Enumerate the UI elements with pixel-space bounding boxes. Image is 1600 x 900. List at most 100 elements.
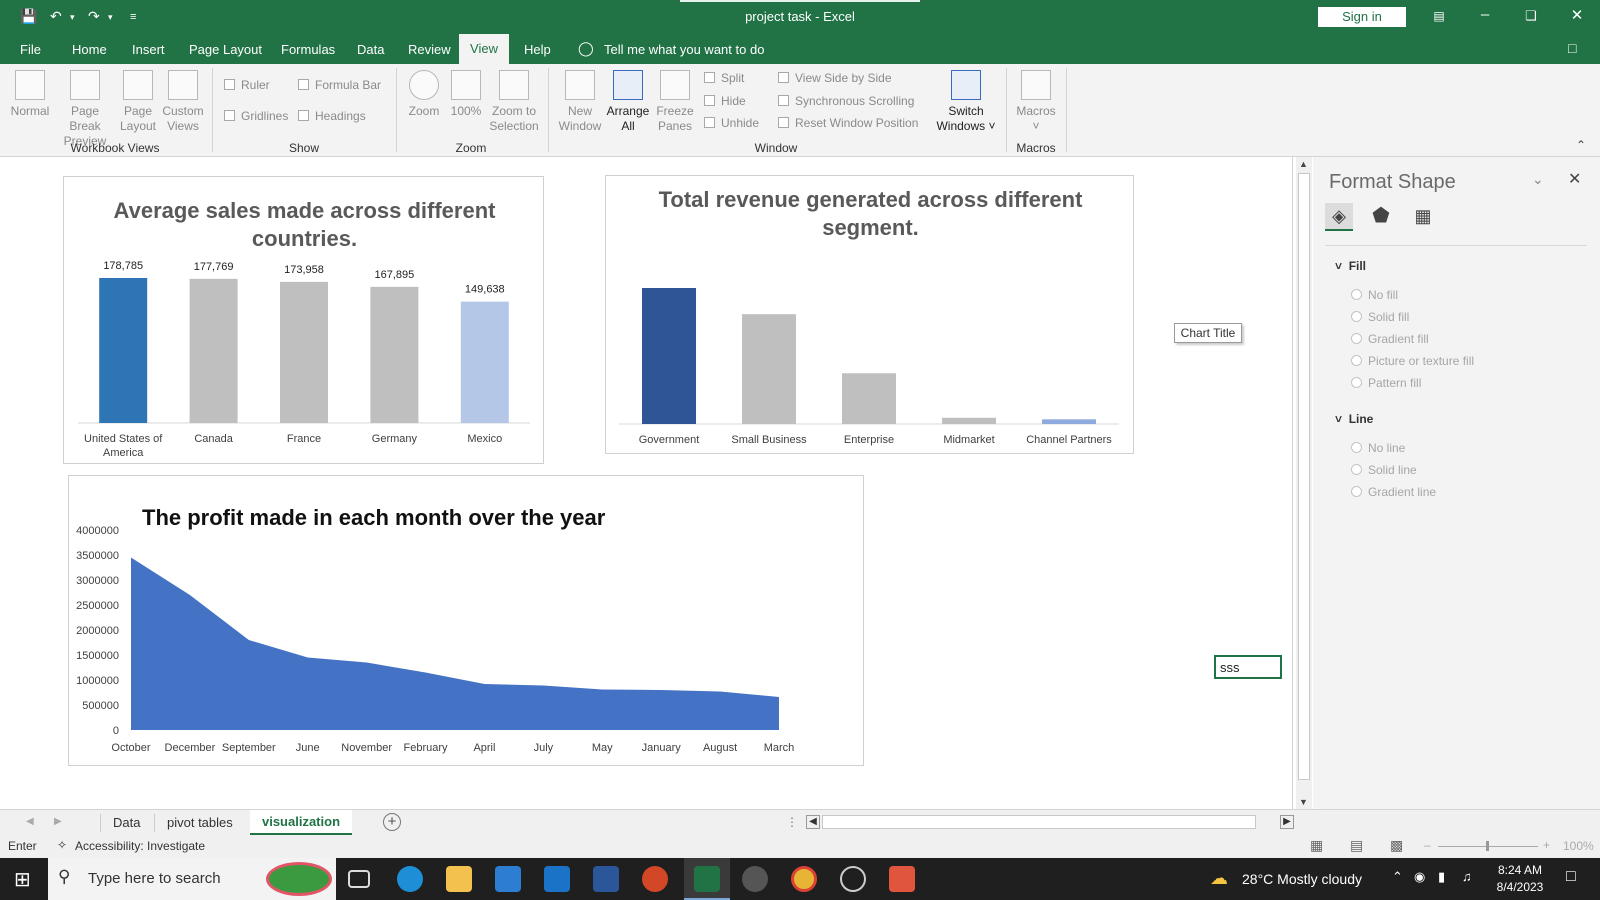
hscroll-right-icon[interactable]: ▶ [1280,815,1294,829]
weather-status[interactable]: 28°C Mostly cloudy [1242,871,1362,887]
effects-icon[interactable]: ⬟ [1367,203,1395,231]
size-properties-icon[interactable]: ▦ [1409,203,1437,231]
ruler-checkbox[interactable]: Ruler [224,78,270,92]
fill-section-header[interactable]: ˅ Fill [1335,259,1366,273]
zoom-to-selection-button[interactable]: Zoom to Selection [488,70,540,134]
battery-icon[interactable]: ▮ [1438,869,1445,885]
accessibility-status[interactable]: Accessibility: Investigate [75,839,205,853]
volume-icon[interactable]: ♫ [1462,869,1472,884]
task-view-icon[interactable] [348,870,370,888]
tab-review[interactable]: Review [408,42,451,57]
gradient-fill-radio[interactable]: Gradient fill [1351,332,1429,346]
media-player-icon[interactable] [840,866,866,892]
freeze-panes-button[interactable]: Freeze Panes [652,70,698,134]
macros-button[interactable]: Macros ˅ [1014,70,1058,134]
notifications-icon[interactable]: □ [1566,868,1576,886]
scroll-thumb[interactable] [1298,173,1310,780]
hide-button[interactable]: Hide [704,94,746,108]
picture-fill-radio[interactable]: Picture or texture fill [1351,354,1474,368]
word-icon[interactable] [593,866,619,892]
gradient-line-radio[interactable]: Gradient line [1351,485,1436,499]
page-break-preview-button[interactable]: Page Break Preview [54,70,116,149]
line-section-header[interactable]: ˅ Line [1335,412,1373,426]
split-button[interactable]: Split [704,71,744,85]
restore-icon[interactable]: ❏ [1516,8,1546,24]
tab-scroll-right-icon[interactable]: ▶ [54,816,62,827]
sheet-tab-visualization[interactable]: visualization [250,810,352,835]
arrange-all-button[interactable]: Arrange All [604,70,652,134]
sheet-tab-data[interactable]: Data [113,815,140,830]
solid-fill-radio[interactable]: Solid fill [1351,310,1409,324]
ribbon-display-icon[interactable]: ▤ [1424,9,1454,23]
windows-start-icon[interactable]: ⊞ [14,867,31,892]
tab-view[interactable]: View [459,34,509,64]
worksheet-canvas[interactable]: Average sales made across different coun… [0,157,1293,809]
sign-in-button[interactable]: Sign in [1318,7,1406,27]
sheet-tab-pivot-tables[interactable]: pivot tables [167,815,233,830]
pane-options-chevron-icon[interactable]: ⌄ [1532,171,1544,188]
excel-icon[interactable] [694,866,720,892]
file-explorer-icon[interactable] [446,866,472,892]
view-side-by-side-button[interactable]: View Side by Side [778,71,892,85]
tab-help[interactable]: Help [524,42,551,57]
zoom-out-icon[interactable]: – [1424,838,1431,852]
scroll-down-icon[interactable]: ▼ [1299,797,1308,807]
snipping-tool-icon[interactable] [889,866,915,892]
zoom-slider-thumb[interactable] [1486,841,1489,851]
new-window-button[interactable]: New Window [556,70,604,134]
synchronous-scrolling-button[interactable]: Synchronous Scrolling [778,94,914,108]
zoom-in-icon[interactable]: + [1543,838,1550,852]
formula-bar-checkbox[interactable]: Formula Bar [298,78,381,92]
normal-view-icon[interactable]: ▦ [1310,837,1323,854]
powerpoint-icon[interactable] [642,866,668,892]
comments-icon[interactable]: □ [1568,40,1576,56]
unhide-button[interactable]: Unhide [704,116,759,130]
active-cell[interactable]: sss [1214,655,1282,679]
tab-page-layout[interactable]: Page Layout [189,42,262,57]
tell-me-search[interactable]: Tell me what you want to do [604,42,764,57]
fill-line-icon[interactable]: ◈ [1325,203,1353,231]
tab-splitter-icon[interactable]: ⋮ [786,815,798,829]
tab-data[interactable]: Data [357,42,384,57]
reset-window-position-button[interactable]: Reset Window Position [778,116,918,130]
add-sheet-icon[interactable]: + [383,813,401,831]
mail-icon[interactable] [544,866,570,892]
page-break-view-icon[interactable]: ▩ [1390,837,1403,854]
normal-view-button[interactable]: Normal [8,70,52,119]
no-fill-radio[interactable]: No fill [1351,288,1398,302]
tab-scroll-left-icon[interactable]: ◀ [26,816,34,827]
page-layout-view-button[interactable]: Page Layout [118,70,158,134]
settings-gear-icon[interactable] [742,866,768,892]
zoom-100-button[interactable]: 100% [448,70,484,119]
edge-browser-icon[interactable] [397,866,423,892]
clock-date[interactable]: 8/4/2023 [1488,880,1552,894]
tab-home[interactable]: Home [72,42,107,57]
page-layout-view-icon[interactable]: ▤ [1350,837,1363,854]
hscroll-left-icon[interactable]: ◀ [806,815,820,829]
collapse-ribbon-icon[interactable]: ⌃ [1576,138,1586,152]
tray-chevron-icon[interactable]: ⌃ [1392,869,1403,885]
zoom-level[interactable]: 100% [1563,839,1594,853]
meet-icon[interactable]: ◉ [1414,869,1425,885]
microsoft-store-icon[interactable] [495,866,521,892]
scroll-up-icon[interactable]: ▲ [1299,159,1308,169]
chrome-icon[interactable] [791,866,817,892]
tab-formulas[interactable]: Formulas [281,42,335,57]
switch-windows-button[interactable]: Switch Windows ˅ [936,70,996,134]
close-pane-icon[interactable]: ✕ [1568,169,1581,189]
chart-average-sales[interactable]: Average sales made across different coun… [63,176,544,464]
tab-insert[interactable]: Insert [132,42,165,57]
zoom-button[interactable]: Zoom [404,70,444,119]
headings-checkbox[interactable]: Headings [298,109,366,123]
solid-line-radio[interactable]: Solid line [1351,463,1417,477]
minimize-icon[interactable]: – [1470,6,1500,23]
close-window-icon[interactable]: ✕ [1562,6,1592,24]
vertical-scrollbar[interactable]: ▲ ▼ [1296,157,1312,809]
tab-file[interactable]: File [20,42,41,57]
custom-views-button[interactable]: Custom Views [160,70,206,134]
horizontal-scroll-thumb[interactable] [822,815,1256,829]
chart-monthly-profit[interactable]: The profit made in each month over the y… [68,475,864,766]
no-line-radio[interactable]: No line [1351,441,1405,455]
gridlines-checkbox[interactable]: Gridlines [224,109,288,123]
pattern-fill-radio[interactable]: Pattern fill [1351,376,1421,390]
